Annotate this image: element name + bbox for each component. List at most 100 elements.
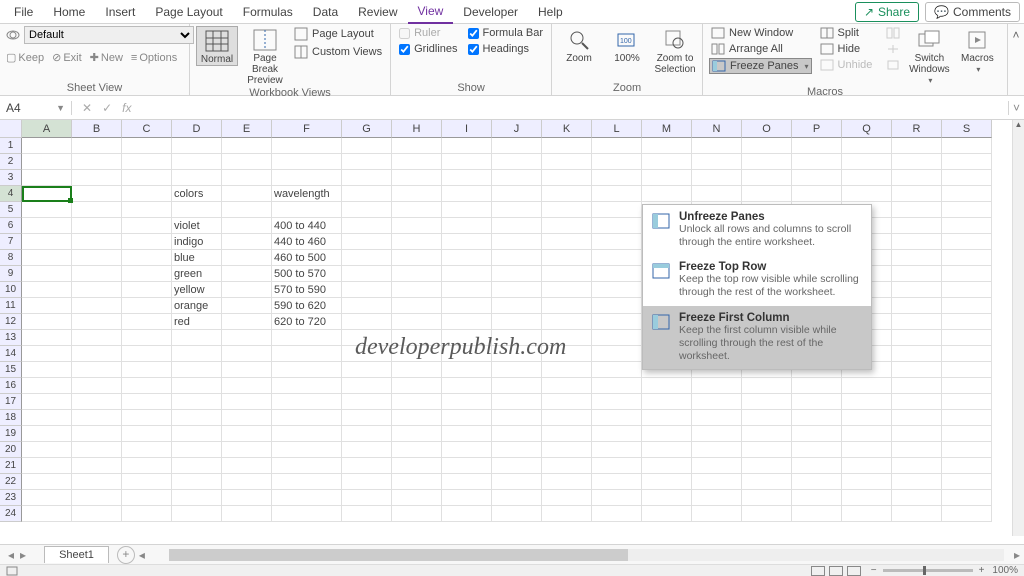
row-header[interactable]: 1 [0,138,22,154]
new-view-button[interactable]: ✚ New [90,51,123,64]
cell[interactable]: 460 to 500 [272,250,342,266]
cell[interactable] [942,458,992,474]
cell[interactable] [742,458,792,474]
cell[interactable] [222,170,272,186]
cell[interactable] [392,410,442,426]
cell[interactable] [542,154,592,170]
cell[interactable] [592,410,642,426]
cell[interactable] [492,218,542,234]
cell[interactable] [592,362,642,378]
cell[interactable] [222,202,272,218]
cell[interactable] [742,442,792,458]
cell[interactable] [592,186,642,202]
cell[interactable] [892,346,942,362]
cell[interactable] [22,410,72,426]
row-header[interactable]: 13 [0,330,22,346]
cell[interactable] [542,298,592,314]
tab-file[interactable]: File [4,1,43,23]
cell[interactable] [392,170,442,186]
cell[interactable] [392,154,442,170]
cell[interactable] [892,202,942,218]
cell[interactable] [942,298,992,314]
cell[interactable] [342,474,392,490]
cell[interactable] [122,138,172,154]
cell[interactable]: indigo [172,234,222,250]
cell[interactable] [692,410,742,426]
cell[interactable] [72,202,122,218]
row-header[interactable]: 18 [0,410,22,426]
cell[interactable] [272,330,342,346]
cell[interactable] [342,410,392,426]
cell[interactable] [222,298,272,314]
cell[interactable] [942,426,992,442]
col-header[interactable]: A [22,120,72,138]
cell[interactable] [72,170,122,186]
col-header[interactable]: I [442,120,492,138]
cell[interactable] [542,410,592,426]
sheet-nav-prev[interactable]: ◂ [8,548,14,562]
cell[interactable] [272,458,342,474]
cell[interactable] [72,154,122,170]
cell[interactable] [442,298,492,314]
row-header[interactable]: 21 [0,458,22,474]
cell[interactable] [542,170,592,186]
cell[interactable] [942,410,992,426]
cell[interactable] [392,250,442,266]
cell[interactable] [122,234,172,250]
cell[interactable] [342,218,392,234]
cell[interactable] [792,186,842,202]
cell[interactable] [692,170,742,186]
cell[interactable] [542,506,592,522]
cell[interactable] [22,314,72,330]
cell[interactable]: violet [172,218,222,234]
cell[interactable]: 590 to 620 [272,298,342,314]
cell[interactable] [172,378,222,394]
cell[interactable] [542,362,592,378]
cell[interactable] [692,378,742,394]
cell[interactable] [592,218,642,234]
cell[interactable] [692,458,742,474]
cell[interactable] [272,442,342,458]
cell[interactable] [342,250,392,266]
cell[interactable] [592,298,642,314]
cell[interactable] [742,410,792,426]
cell[interactable] [172,442,222,458]
freeze-panes-button[interactable]: Freeze Panes [709,58,812,74]
cell[interactable] [742,186,792,202]
cell[interactable] [592,138,642,154]
cell[interactable] [172,170,222,186]
cell[interactable] [172,330,222,346]
cell[interactable] [442,282,492,298]
cell[interactable] [742,506,792,522]
cell[interactable] [72,458,122,474]
cell[interactable] [392,234,442,250]
cell[interactable] [792,442,842,458]
cell[interactable] [592,170,642,186]
cell[interactable] [442,314,492,330]
options-button[interactable]: ≡ Options [131,51,177,64]
new-window-button[interactable]: New Window [709,26,812,40]
cell[interactable] [542,490,592,506]
cell[interactable] [392,426,442,442]
cell[interactable] [792,154,842,170]
cell[interactable] [542,378,592,394]
cell[interactable] [892,250,942,266]
sheet-view-select[interactable]: Default [24,26,194,44]
cell[interactable] [942,186,992,202]
cell[interactable] [542,234,592,250]
cell[interactable] [942,314,992,330]
macros-button[interactable]: Macros [956,26,998,74]
cell[interactable] [942,506,992,522]
cell[interactable] [342,154,392,170]
cell[interactable] [592,330,642,346]
cell[interactable] [792,474,842,490]
cell[interactable] [492,362,542,378]
cell[interactable] [792,506,842,522]
cell[interactable] [692,506,742,522]
cell[interactable] [942,282,992,298]
cell[interactable] [642,154,692,170]
cell[interactable] [442,362,492,378]
expand-formula-bar[interactable]: ˅ [1008,101,1024,115]
cell[interactable] [642,490,692,506]
name-box[interactable]: A4▼ [0,101,72,115]
